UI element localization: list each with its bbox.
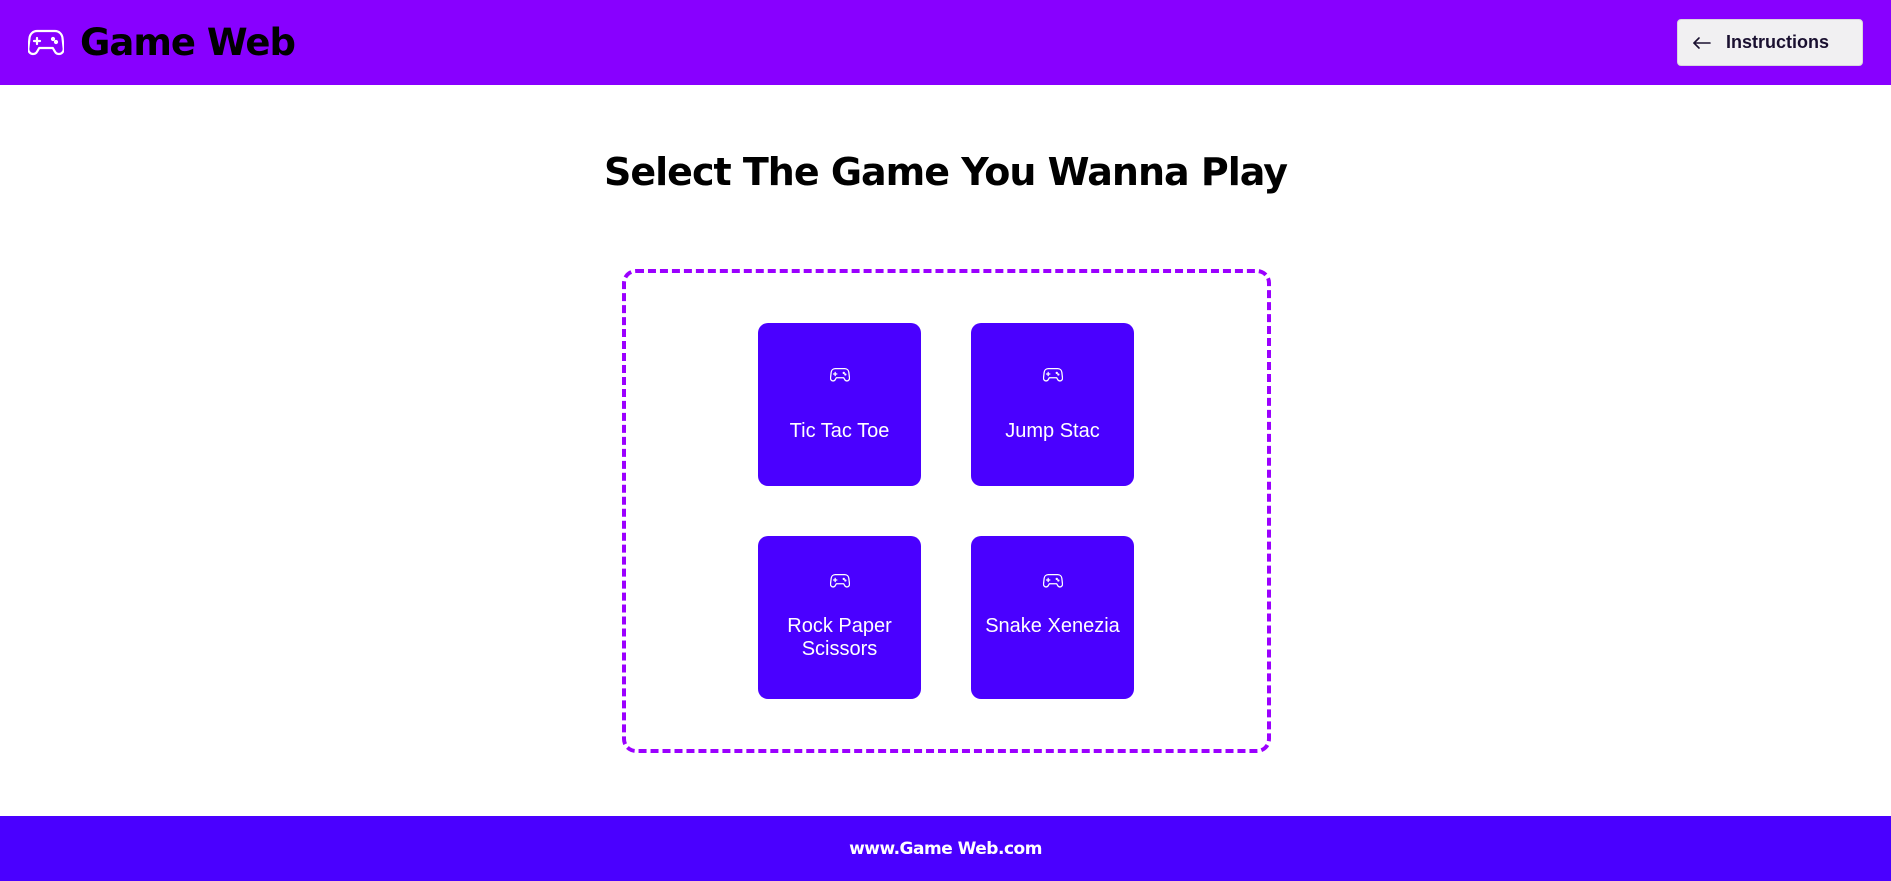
game-card-tic-tac-toe[interactable]: Tic Tac Toe bbox=[758, 323, 921, 486]
page-title: Select The Game You Wanna Play bbox=[604, 150, 1288, 194]
header-bar: Game Web Instructions bbox=[0, 0, 1891, 85]
game-card-rock-paper-scissors[interactable]: Rock Paper Scissors bbox=[758, 536, 921, 699]
gamepad-icon bbox=[758, 573, 921, 588]
instructions-label: Instructions bbox=[1726, 32, 1830, 52]
game-card-label: Snake Xenezia bbox=[985, 615, 1120, 637]
footer-url[interactable]: www.Game Web.com bbox=[849, 839, 1042, 859]
game-card-label: Jump Stac bbox=[1005, 420, 1100, 442]
game-card-label: Rock Paper Scissors bbox=[787, 615, 892, 660]
app-title: Game Web bbox=[80, 20, 296, 64]
footer-bar: www.Game Web.com bbox=[0, 816, 1891, 881]
gamepad-icon bbox=[971, 367, 1134, 382]
game-selection-container bbox=[622, 269, 1271, 753]
game-card-jump-stac[interactable]: Jump Stac bbox=[971, 323, 1134, 486]
brand[interactable]: Game Web bbox=[28, 17, 296, 67]
gamepad-icon bbox=[758, 367, 921, 382]
gamepad-icon bbox=[971, 573, 1134, 588]
instructions-button[interactable]: Instructions bbox=[1677, 19, 1863, 66]
arrow-left-icon bbox=[1692, 36, 1712, 50]
game-card-snake-xenezia[interactable]: Snake Xenezia bbox=[971, 536, 1134, 699]
gamepad-icon bbox=[28, 28, 64, 56]
game-card-label: Tic Tac Toe bbox=[789, 420, 890, 442]
